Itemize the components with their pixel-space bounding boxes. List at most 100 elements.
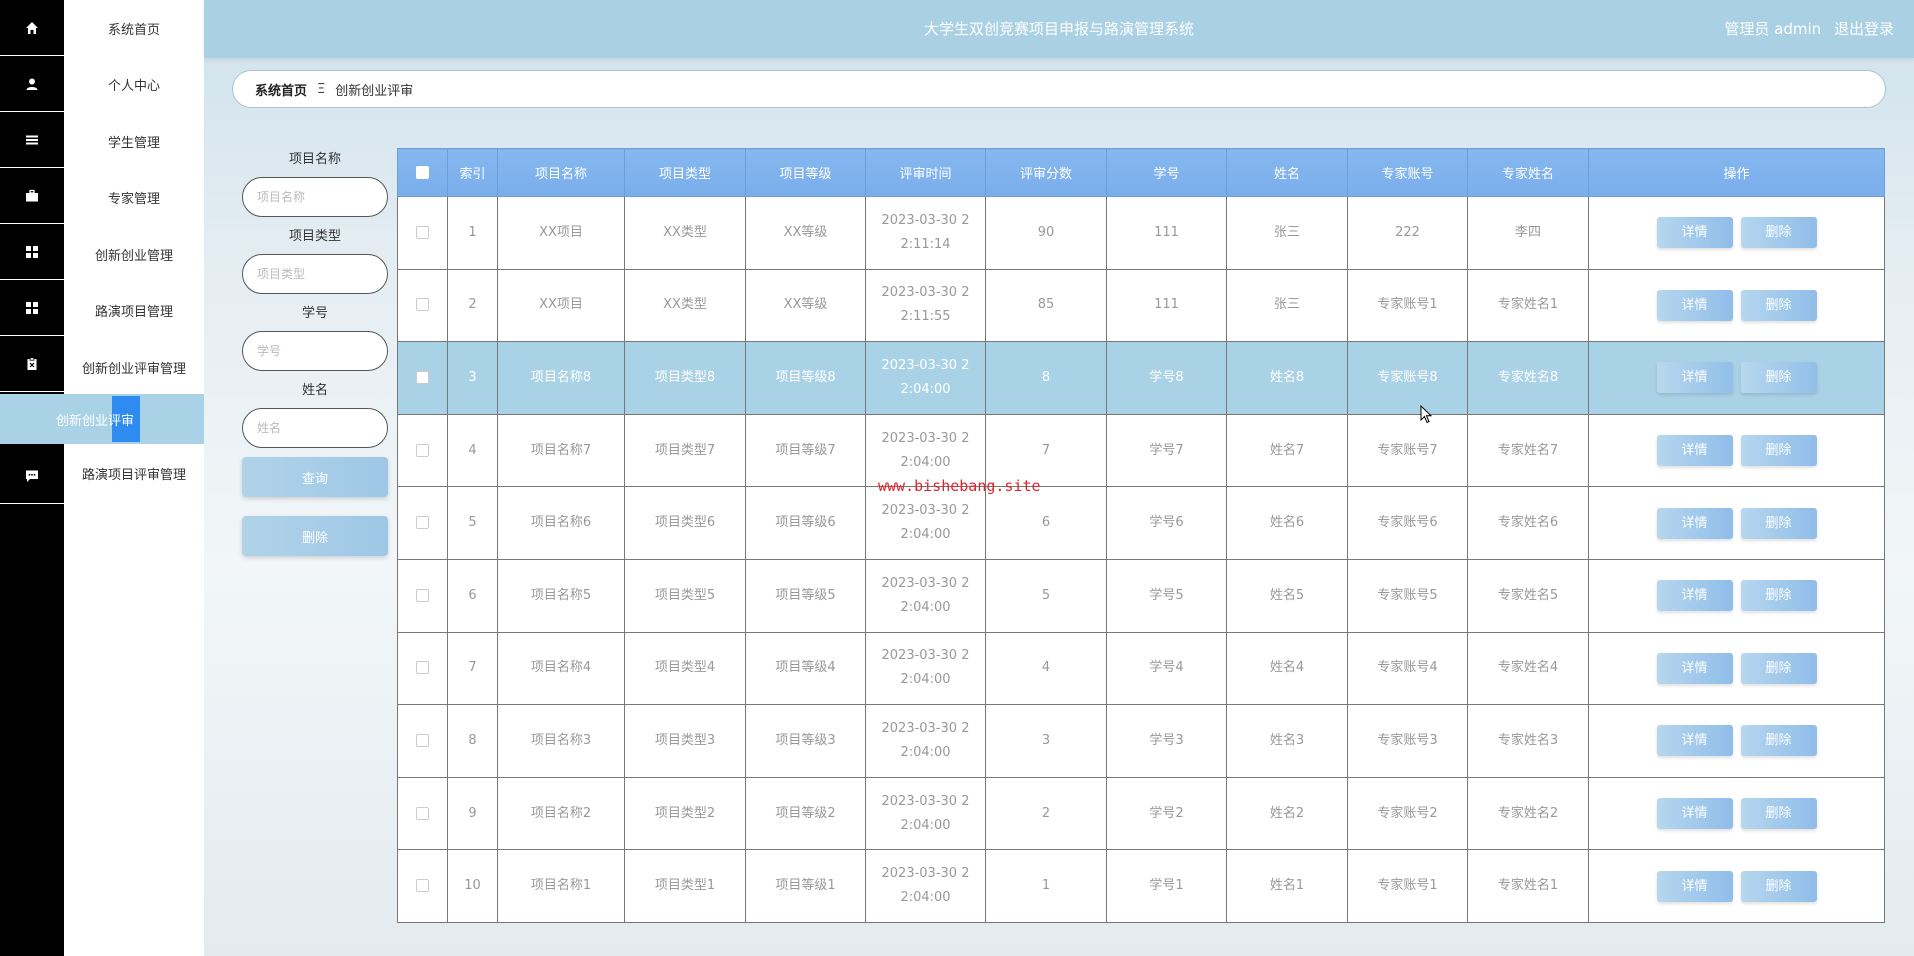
sidebar-subitem-innovation-review-active[interactable]: 创新创业评审 xyxy=(0,394,204,444)
row-select-cell[interactable] xyxy=(397,558,448,633)
table-row[interactable]: 10 项目名称1 项目类型1 项目等级1 2023-03-30 22:04:00 1 学号1… xyxy=(397,849,1885,923)
row-checkbox[interactable] xyxy=(416,588,429,602)
delete-button[interactable]: 删除 xyxy=(1740,725,1817,757)
sidebar-item-roadshow-review[interactable]: 路演项目评审管理 xyxy=(64,446,204,503)
table-cell: 5 xyxy=(447,486,498,560)
table-cell: 2023-03-30 22:04:00 xyxy=(865,413,986,488)
mouse-cursor-icon xyxy=(1420,405,1433,424)
row-select-cell[interactable] xyxy=(397,849,448,923)
delete-button[interactable]: 删除 xyxy=(1740,435,1817,467)
sidebar-item-innovation-review[interactable]: 创新创业评审管理 xyxy=(64,339,204,396)
sidebar-item-home[interactable]: 系统首页 xyxy=(64,0,204,57)
row-select-cell[interactable] xyxy=(397,631,448,706)
row-checkbox[interactable] xyxy=(416,516,429,530)
table-cell: 2023-03-30 22:04:00 xyxy=(865,341,986,415)
table-row[interactable]: 4 项目名称7 项目类型7 项目等级7 2023-03-30 22:04:00 7 学号7 姓… xyxy=(397,413,1885,488)
project-type-label: 项目类型 xyxy=(288,229,341,244)
breadcrumb: 系统首页 Ξ 创新创业评审 xyxy=(232,70,1886,108)
breadcrumb-home[interactable]: 系统首页 xyxy=(255,80,307,99)
table-row[interactable]: 3 项目名称8 项目类型8 项目等级8 2023-03-30 22:04:00 8 学号8 姓… xyxy=(397,341,1885,415)
table-cell: XX等级 xyxy=(745,196,866,270)
row-select-cell[interactable] xyxy=(397,486,448,560)
table-row[interactable]: 7 项目名称4 项目类型4 项目等级4 2023-03-30 22:04:00 4 学号4 姓… xyxy=(397,631,1885,706)
select-all-cell[interactable] xyxy=(397,148,448,197)
actions-cell: 详情 删除 xyxy=(1588,413,1885,488)
detail-button[interactable]: 详情 xyxy=(1656,507,1733,539)
detail-button[interactable]: 详情 xyxy=(1656,435,1733,467)
detail-button[interactable]: 详情 xyxy=(1656,580,1733,612)
batch-delete-button[interactable]: 删除 xyxy=(242,516,388,556)
row-select-cell[interactable] xyxy=(397,268,448,343)
query-button[interactable]: 查询 xyxy=(242,457,388,497)
row-checkbox[interactable] xyxy=(416,225,429,239)
table-row[interactable]: 1 XX项目 XX类型 XX等级 2023-03-30 22:11:14 90 111 张三 2… xyxy=(397,196,1885,270)
rail-home[interactable] xyxy=(0,0,64,56)
detail-button[interactable]: 详情 xyxy=(1656,725,1733,757)
table-cell: 项目等级7 xyxy=(745,413,866,488)
sidebar-item-profile[interactable]: 个人中心 xyxy=(64,57,204,114)
table-row[interactable]: 5 项目名称6 项目类型6 项目等级6 2023-03-30 22:04:00 6 学号6 姓… xyxy=(397,486,1885,560)
row-select-cell[interactable] xyxy=(397,704,448,778)
breadcrumb-separator: Ξ xyxy=(317,81,326,97)
grid-icon xyxy=(26,245,38,258)
delete-button[interactable]: 删除 xyxy=(1740,289,1817,321)
row-select-cell[interactable] xyxy=(397,341,448,415)
rail-innovation[interactable] xyxy=(0,224,64,280)
actions-cell: 详情 删除 xyxy=(1588,631,1885,706)
row-checkbox[interactable] xyxy=(416,370,429,384)
delete-button[interactable]: 删除 xyxy=(1740,217,1817,249)
table-cell: 2 xyxy=(447,268,498,343)
row-select-cell[interactable] xyxy=(397,196,448,270)
select-all-checkbox[interactable] xyxy=(416,166,429,179)
delete-button[interactable]: 删除 xyxy=(1740,870,1817,902)
detail-button[interactable]: 详情 xyxy=(1656,289,1733,321)
detail-button[interactable]: 详情 xyxy=(1656,362,1733,394)
review-table: 索引 项目名称 项目类型 项目等级 评审时间 评审分数 学号 姓名 专家账号 专… xyxy=(397,148,1885,923)
project-type-input[interactable] xyxy=(242,254,388,294)
sidebar-item-innovation[interactable]: 创新创业管理 xyxy=(64,226,204,283)
table-cell: 90 xyxy=(985,196,1107,270)
detail-button[interactable]: 详情 xyxy=(1656,217,1733,249)
row-checkbox[interactable] xyxy=(416,733,429,747)
row-checkbox[interactable] xyxy=(416,298,429,312)
review-time-text: 2023-03-30 22:04:00 xyxy=(881,866,970,906)
rail-experts[interactable] xyxy=(0,168,64,224)
name-input[interactable] xyxy=(242,408,388,448)
rail-roadshow[interactable] xyxy=(0,280,64,336)
list-icon xyxy=(26,135,38,144)
project-name-input[interactable] xyxy=(242,177,388,217)
detail-button[interactable]: 详情 xyxy=(1656,652,1733,684)
review-time-text: 2023-03-30 22:04:00 xyxy=(881,575,970,615)
table-row[interactable]: 8 项目名称3 项目类型3 项目等级3 2023-03-30 22:04:00 3 学号3 姓… xyxy=(397,704,1885,778)
delete-button[interactable]: 删除 xyxy=(1740,798,1817,830)
row-checkbox[interactable] xyxy=(416,443,429,457)
rail-roadshow-review[interactable] xyxy=(0,448,64,504)
delete-button[interactable]: 删除 xyxy=(1740,580,1817,612)
rail-user[interactable] xyxy=(0,56,64,112)
row-checkbox[interactable] xyxy=(416,661,429,675)
row-select-cell[interactable] xyxy=(397,776,448,851)
delete-button[interactable]: 删除 xyxy=(1740,507,1817,539)
sidebar-item-roadshow[interactable]: 路演项目管理 xyxy=(64,283,204,340)
delete-button[interactable]: 删除 xyxy=(1740,652,1817,684)
rail-students[interactable] xyxy=(0,112,64,168)
sidebar-item-students[interactable]: 学生管理 xyxy=(64,113,204,170)
rail-innovation-review[interactable] xyxy=(0,336,64,392)
header-user-area: 管理员 admin 退出登录 xyxy=(1724,18,1894,39)
table-cell: 项目名称4 xyxy=(497,631,625,706)
sidebar-item-experts[interactable]: 专家管理 xyxy=(64,170,204,227)
logout-link[interactable]: 退出登录 xyxy=(1834,20,1894,38)
table-cell: 222 xyxy=(1347,196,1468,270)
table-cell: 姓名3 xyxy=(1226,704,1348,778)
detail-button[interactable]: 详情 xyxy=(1656,798,1733,830)
table-cell: 专家账号8 xyxy=(1347,341,1468,415)
table-row[interactable]: 6 项目名称5 项目类型5 项目等级5 2023-03-30 22:04:00 5 学号5 姓… xyxy=(397,558,1885,633)
row-checkbox[interactable] xyxy=(416,806,429,820)
delete-button[interactable]: 删除 xyxy=(1740,362,1817,394)
table-row[interactable]: 2 XX项目 XX类型 XX等级 2023-03-30 22:11:55 85 111 张三专… xyxy=(397,268,1885,343)
row-select-cell[interactable] xyxy=(397,413,448,488)
table-row[interactable]: 9 项目名称2 项目类型2 项目等级2 2023-03-30 22:04:00 2 学号2 姓… xyxy=(397,776,1885,851)
student-id-input[interactable] xyxy=(242,331,388,371)
row-checkbox[interactable] xyxy=(416,879,429,893)
detail-button[interactable]: 详情 xyxy=(1656,870,1733,902)
